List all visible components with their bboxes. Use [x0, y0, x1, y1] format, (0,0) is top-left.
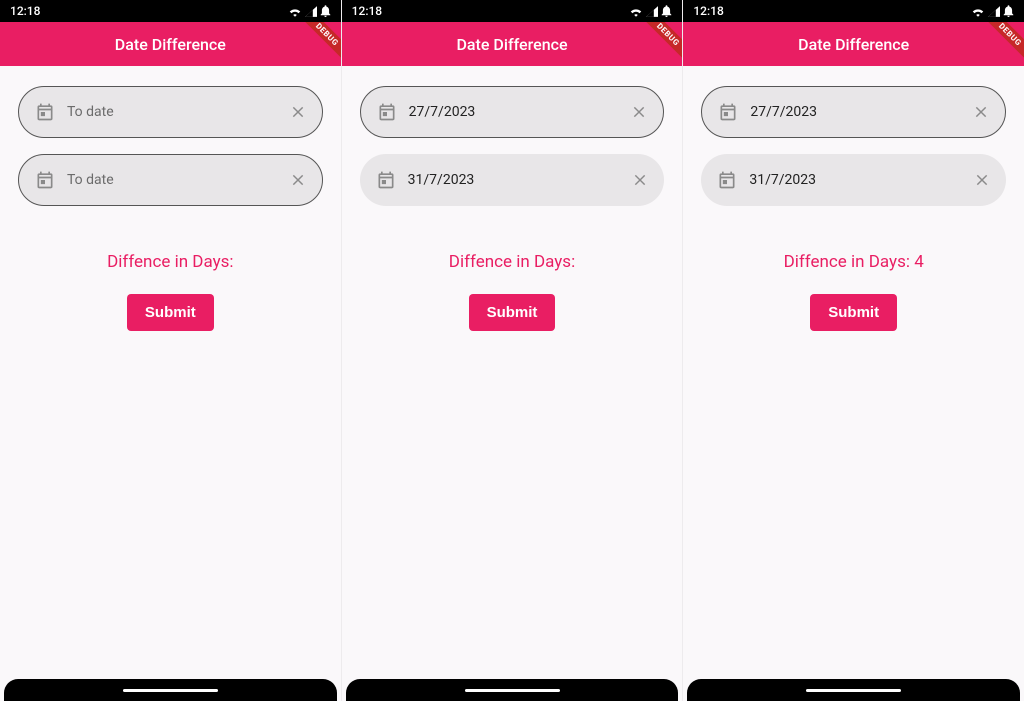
bell-icon — [661, 5, 672, 17]
signal-icon — [988, 6, 1000, 17]
calendar-icon — [35, 170, 55, 190]
from-date-field[interactable]: To date — [18, 86, 323, 138]
wifi-icon — [288, 6, 302, 17]
bell-icon — [320, 5, 331, 17]
app-title: Date Difference — [456, 35, 567, 54]
app-bar: Date Difference DEBUG — [342, 22, 683, 66]
debug-banner: DEBUG — [291, 22, 341, 66]
app-title: Date Difference — [798, 35, 909, 54]
calendar-icon — [717, 170, 737, 190]
signal-icon — [305, 6, 317, 17]
difference-label: Diffence in Days: — [449, 252, 575, 272]
status-time: 12:18 — [693, 4, 723, 18]
clear-icon[interactable] — [290, 172, 306, 188]
from-date-value: To date — [67, 104, 278, 120]
calendar-icon — [377, 102, 397, 122]
bell-icon — [1003, 5, 1014, 17]
to-date-value: 31/7/2023 — [408, 172, 621, 188]
nav-bar — [346, 679, 679, 701]
from-date-value: 27/7/2023 — [750, 104, 961, 120]
to-date-field[interactable]: To date — [18, 154, 323, 206]
status-time: 12:18 — [10, 4, 40, 18]
debug-banner: DEBUG — [633, 22, 683, 66]
submit-button[interactable]: Submit — [127, 294, 214, 331]
to-date-value: 31/7/2023 — [749, 172, 962, 188]
clear-icon[interactable] — [632, 172, 648, 188]
clear-icon[interactable] — [974, 172, 990, 188]
status-icons — [629, 5, 672, 17]
clear-icon[interactable] — [631, 104, 647, 120]
phone-screen-3: 12:18 Date Difference DEBUG 27/7/2023 31… — [682, 0, 1024, 701]
nav-bar — [4, 679, 337, 701]
nav-handle[interactable] — [806, 689, 901, 692]
wifi-icon — [971, 6, 985, 17]
status-time: 12:18 — [352, 4, 382, 18]
app-bar: Date Difference DEBUG — [0, 22, 341, 66]
status-bar: 12:18 — [0, 0, 341, 22]
status-bar: 12:18 — [683, 0, 1024, 22]
calendar-icon — [35, 102, 55, 122]
submit-button[interactable]: Submit — [810, 294, 897, 331]
app-title: Date Difference — [115, 35, 226, 54]
difference-label: Diffence in Days: — [107, 252, 233, 272]
nav-handle[interactable] — [465, 689, 560, 692]
nav-handle[interactable] — [123, 689, 218, 692]
difference-label: Diffence in Days: 4 — [784, 252, 924, 272]
to-date-field[interactable]: 31/7/2023 — [701, 154, 1006, 206]
calendar-icon — [718, 102, 738, 122]
from-date-value: 27/7/2023 — [409, 104, 620, 120]
signal-icon — [646, 6, 658, 17]
nav-bar — [687, 679, 1020, 701]
status-icons — [971, 5, 1014, 17]
content-area: To date To date Diffence in Days: Submit — [0, 66, 341, 679]
status-bar: 12:18 — [342, 0, 683, 22]
to-date-field[interactable]: 31/7/2023 — [360, 154, 665, 206]
clear-icon[interactable] — [290, 104, 306, 120]
from-date-field[interactable]: 27/7/2023 — [701, 86, 1006, 138]
content-area: 27/7/2023 31/7/2023 Diffence in Days: Su… — [342, 66, 683, 679]
debug-banner: DEBUG — [974, 22, 1024, 66]
phone-screen-2: 12:18 Date Difference DEBUG 27/7/2023 31… — [341, 0, 683, 701]
phone-screen-1: 12:18 Date Difference DEBUG To date To d… — [0, 0, 341, 701]
content-area: 27/7/2023 31/7/2023 Diffence in Days: 4 … — [683, 66, 1024, 679]
calendar-icon — [376, 170, 396, 190]
status-icons — [288, 5, 331, 17]
clear-icon[interactable] — [973, 104, 989, 120]
wifi-icon — [629, 6, 643, 17]
to-date-value: To date — [67, 172, 278, 188]
from-date-field[interactable]: 27/7/2023 — [360, 86, 665, 138]
app-bar: Date Difference DEBUG — [683, 22, 1024, 66]
submit-button[interactable]: Submit — [469, 294, 556, 331]
